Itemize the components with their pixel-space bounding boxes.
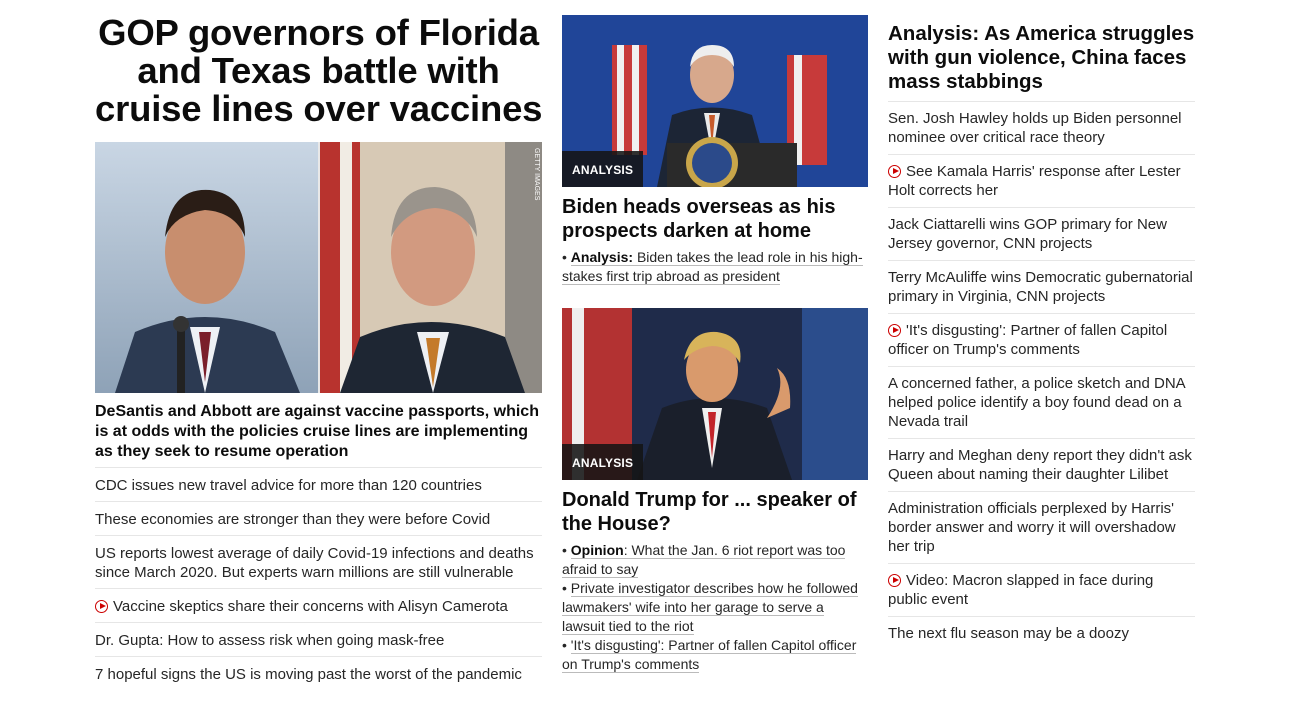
right-links-list: Sen. Josh Hawley holds up Biden personne… bbox=[888, 101, 1195, 650]
list-item[interactable]: These economies are stronger than they w… bbox=[95, 501, 542, 535]
right-headline[interactable]: Analysis: As America struggles with gun … bbox=[888, 22, 1195, 94]
list-item[interactable]: Administration officials perplexed by Ha… bbox=[888, 491, 1195, 563]
list-item[interactable]: Vaccine skeptics share their concerns wi… bbox=[95, 588, 542, 622]
list-item[interactable]: Harry and Meghan deny report they didn't… bbox=[888, 438, 1195, 491]
image-credit: GETTY IMAGES bbox=[533, 148, 540, 201]
trump-card-bullet-3[interactable]: • 'It's disgusting': Partner of fallen C… bbox=[562, 636, 868, 674]
list-item[interactable]: Terry McAuliffe wins Democratic gubernat… bbox=[888, 260, 1195, 313]
list-item[interactable]: Jack Ciattarelli wins GOP primary for Ne… bbox=[888, 207, 1195, 260]
list-item[interactable]: See Kamala Harris' response after Lester… bbox=[888, 154, 1195, 207]
video-play-icon bbox=[888, 165, 901, 178]
video-play-icon bbox=[888, 324, 901, 337]
related-links-list: CDC issues new travel advice for more th… bbox=[95, 467, 542, 690]
video-play-icon bbox=[888, 574, 901, 587]
biden-card-bullet[interactable]: • Analysis: Biden takes the lead role in… bbox=[562, 248, 868, 286]
trump-card-bullet-2[interactable]: • Private investigator describes how he … bbox=[562, 579, 868, 636]
lead-story-image[interactable]: GETTY IMAGES bbox=[95, 142, 542, 393]
analysis-badge: ANALYSIS bbox=[562, 444, 644, 480]
analysis-badge: ANALYSIS bbox=[562, 151, 644, 187]
list-item[interactable]: 7 hopeful signs the US is moving past th… bbox=[95, 656, 542, 690]
trump-card-image[interactable]: ANALYSIS bbox=[562, 308, 868, 480]
list-item[interactable]: 'It's disgusting': Partner of fallen Cap… bbox=[888, 313, 1195, 366]
desantis-abbott-photo: GETTY IMAGES bbox=[95, 142, 542, 393]
list-item[interactable]: Video: Macron slapped in face during pub… bbox=[888, 563, 1195, 616]
biden-card-title[interactable]: Biden heads overseas as his prospects da… bbox=[562, 195, 868, 243]
list-item[interactable]: Sen. Josh Hawley holds up Biden personne… bbox=[888, 101, 1195, 154]
trump-card-bullet-1[interactable]: • Opinion: What the Jan. 6 riot report w… bbox=[562, 541, 868, 579]
list-item[interactable]: US reports lowest average of daily Covid… bbox=[95, 535, 542, 588]
video-play-icon bbox=[95, 600, 108, 613]
lead-subheadline[interactable]: DeSantis and Abbott are against vaccine … bbox=[95, 402, 542, 462]
biden-card-image[interactable]: ANALYSIS bbox=[562, 15, 868, 187]
trump-card-title[interactable]: Donald Trump for ... speaker of the Hous… bbox=[562, 488, 868, 536]
lead-headline[interactable]: GOP governors of Florida and Texas battl… bbox=[95, 14, 542, 128]
list-item[interactable]: A concerned father, a police sketch and … bbox=[888, 366, 1195, 438]
list-item[interactable]: Dr. Gupta: How to assess risk when going… bbox=[95, 622, 542, 656]
lead-story-column: GOP governors of Florida and Texas battl… bbox=[95, 0, 542, 683]
list-item[interactable]: The next flu season may be a doozy bbox=[888, 616, 1195, 650]
list-item[interactable]: CDC issues new travel advice for more th… bbox=[95, 467, 542, 501]
